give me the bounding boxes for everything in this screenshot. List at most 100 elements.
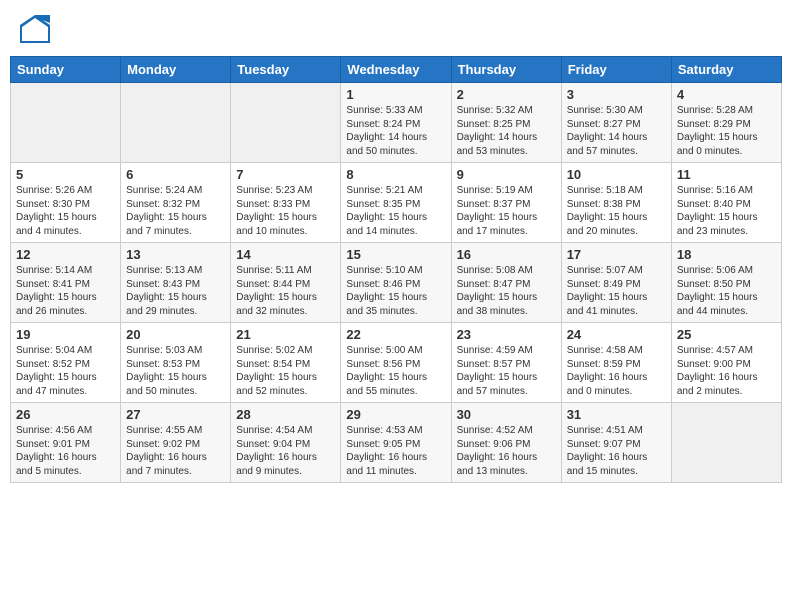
day-info: Sunrise: 5:30 AM Sunset: 8:27 PM Dayligh… [567,104,666,158]
day-number: 22 [346,327,445,342]
day-info: Sunrise: 5:07 AM Sunset: 8:49 PM Dayligh… [567,264,666,318]
calendar-cell: 9 Sunrise: 5:19 AM Sunset: 8:37 PM Daylig… [451,163,561,243]
calendar-cell: 15 Sunrise: 5:10 AM Sunset: 8:46 PM Dayli… [341,243,451,323]
day-number: 16 [457,247,556,262]
day-number: 15 [346,247,445,262]
calendar-cell: 23 Sunrise: 4:59 AM Sunset: 8:57 PM Dayli… [451,323,561,403]
week-row-3: 12 Sunrise: 5:14 AM Sunset: 8:41 PM Dayli… [11,243,782,323]
day-number: 10 [567,167,666,182]
calendar-cell: 20 Sunrise: 5:03 AM Sunset: 8:53 PM Dayli… [121,323,231,403]
day-info: Sunrise: 5:26 AM Sunset: 8:30 PM Dayligh… [16,184,115,238]
calendar-cell: 26 Sunrise: 4:56 AM Sunset: 9:01 PM Dayli… [11,403,121,483]
day-info: Sunrise: 4:58 AM Sunset: 8:59 PM Dayligh… [567,344,666,398]
day-number: 7 [236,167,335,182]
day-number: 30 [457,407,556,422]
day-info: Sunrise: 5:24 AM Sunset: 8:32 PM Dayligh… [126,184,225,238]
calendar-cell: 13 Sunrise: 5:13 AM Sunset: 8:43 PM Dayli… [121,243,231,323]
calendar-cell: 27 Sunrise: 4:55 AM Sunset: 9:02 PM Dayli… [121,403,231,483]
day-info: Sunrise: 5:06 AM Sunset: 8:50 PM Dayligh… [677,264,776,318]
day-number: 6 [126,167,225,182]
weekday-header-sunday: Sunday [11,57,121,83]
weekday-header-monday: Monday [121,57,231,83]
calendar-cell: 14 Sunrise: 5:11 AM Sunset: 8:44 PM Dayli… [231,243,341,323]
weekday-header-thursday: Thursday [451,57,561,83]
day-info: Sunrise: 5:11 AM Sunset: 8:44 PM Dayligh… [236,264,335,318]
calendar-cell: 17 Sunrise: 5:07 AM Sunset: 8:49 PM Dayli… [561,243,671,323]
day-number: 17 [567,247,666,262]
calendar-cell: 24 Sunrise: 4:58 AM Sunset: 8:59 PM Dayli… [561,323,671,403]
day-info: Sunrise: 4:55 AM Sunset: 9:02 PM Dayligh… [126,424,225,478]
day-info: Sunrise: 5:23 AM Sunset: 8:33 PM Dayligh… [236,184,335,238]
calendar-cell: 8 Sunrise: 5:21 AM Sunset: 8:35 PM Daylig… [341,163,451,243]
calendar-cell [671,403,781,483]
day-number: 19 [16,327,115,342]
day-info: Sunrise: 5:13 AM Sunset: 8:43 PM Dayligh… [126,264,225,318]
day-info: Sunrise: 5:03 AM Sunset: 8:53 PM Dayligh… [126,344,225,398]
calendar-cell: 10 Sunrise: 5:18 AM Sunset: 8:38 PM Dayli… [561,163,671,243]
week-row-5: 26 Sunrise: 4:56 AM Sunset: 9:01 PM Dayli… [11,403,782,483]
calendar-cell: 25Sunrise: 4:57 AM Sunset: 9:00 PM Dayli… [671,323,781,403]
day-info: Sunrise: 5:14 AM Sunset: 8:41 PM Dayligh… [16,264,115,318]
weekday-header-saturday: Saturday [671,57,781,83]
day-number: 28 [236,407,335,422]
calendar-cell: 30 Sunrise: 4:52 AM Sunset: 9:06 PM Dayli… [451,403,561,483]
calendar-cell [11,83,121,163]
day-number: 5 [16,167,115,182]
calendar-cell: 6 Sunrise: 5:24 AM Sunset: 8:32 PM Daylig… [121,163,231,243]
day-number: 14 [236,247,335,262]
weekday-header-wednesday: Wednesday [341,57,451,83]
day-info: Sunrise: 5:18 AM Sunset: 8:38 PM Dayligh… [567,184,666,238]
day-info: Sunrise: 5:21 AM Sunset: 8:35 PM Dayligh… [346,184,445,238]
day-number: 2 [457,87,556,102]
day-info: Sunrise: 5:16 AM Sunset: 8:40 PM Dayligh… [677,184,776,238]
weekday-header-row: SundayMondayTuesdayWednesdayThursdayFrid… [11,57,782,83]
calendar-cell: 29 Sunrise: 4:53 AM Sunset: 9:05 PM Dayli… [341,403,451,483]
day-number: 13 [126,247,225,262]
day-info: Sunrise: 5:32 AM Sunset: 8:25 PM Dayligh… [457,104,556,158]
calendar-cell: 1Sunrise: 5:33 AM Sunset: 8:24 PM Daylig… [341,83,451,163]
day-number: 11 [677,167,776,182]
day-info: Sunrise: 5:04 AM Sunset: 8:52 PM Dayligh… [16,344,115,398]
day-info: Sunrise: 5:00 AM Sunset: 8:56 PM Dayligh… [346,344,445,398]
page-header [10,10,782,48]
calendar-cell: 21 Sunrise: 5:02 AM Sunset: 8:54 PM Dayli… [231,323,341,403]
day-info: Sunrise: 5:10 AM Sunset: 8:46 PM Dayligh… [346,264,445,318]
day-info: Sunrise: 5:02 AM Sunset: 8:54 PM Dayligh… [236,344,335,398]
day-number: 20 [126,327,225,342]
calendar-cell [121,83,231,163]
day-number: 24 [567,327,666,342]
calendar-cell: 16 Sunrise: 5:08 AM Sunset: 8:47 PM Dayli… [451,243,561,323]
calendar-cell [231,83,341,163]
day-number: 23 [457,327,556,342]
day-number: 27 [126,407,225,422]
day-number: 25 [677,327,776,342]
day-number: 8 [346,167,445,182]
day-info: Sunrise: 4:54 AM Sunset: 9:04 PM Dayligh… [236,424,335,478]
day-info: Sunrise: 5:19 AM Sunset: 8:37 PM Dayligh… [457,184,556,238]
day-number: 21 [236,327,335,342]
day-info: Sunrise: 4:52 AM Sunset: 9:06 PM Dayligh… [457,424,556,478]
day-info: Sunrise: 4:51 AM Sunset: 9:07 PM Dayligh… [567,424,666,478]
day-number: 1 [346,87,445,102]
day-info: Sunrise: 5:08 AM Sunset: 8:47 PM Dayligh… [457,264,556,318]
calendar-cell: 5 Sunrise: 5:26 AM Sunset: 8:30 PM Daylig… [11,163,121,243]
weekday-header-tuesday: Tuesday [231,57,341,83]
day-number: 29 [346,407,445,422]
calendar-cell: 2 Sunrise: 5:32 AM Sunset: 8:25 PM Daylig… [451,83,561,163]
day-number: 12 [16,247,115,262]
day-number: 31 [567,407,666,422]
day-info: Sunrise: 5:28 AM Sunset: 8:29 PM Dayligh… [677,104,776,158]
calendar-cell: 7 Sunrise: 5:23 AM Sunset: 8:33 PM Daylig… [231,163,341,243]
day-number: 9 [457,167,556,182]
week-row-4: 19 Sunrise: 5:04 AM Sunset: 8:52 PM Dayli… [11,323,782,403]
day-number: 4 [677,87,776,102]
day-info: Sunrise: 4:53 AM Sunset: 9:05 PM Dayligh… [346,424,445,478]
calendar-cell: 18Sunrise: 5:06 AM Sunset: 8:50 PM Dayli… [671,243,781,323]
day-number: 3 [567,87,666,102]
weekday-header-friday: Friday [561,57,671,83]
day-number: 26 [16,407,115,422]
day-info: Sunrise: 4:59 AM Sunset: 8:57 PM Dayligh… [457,344,556,398]
calendar-cell: 19 Sunrise: 5:04 AM Sunset: 8:52 PM Dayli… [11,323,121,403]
logo-icon [20,15,50,43]
day-info: Sunrise: 4:56 AM Sunset: 9:01 PM Dayligh… [16,424,115,478]
